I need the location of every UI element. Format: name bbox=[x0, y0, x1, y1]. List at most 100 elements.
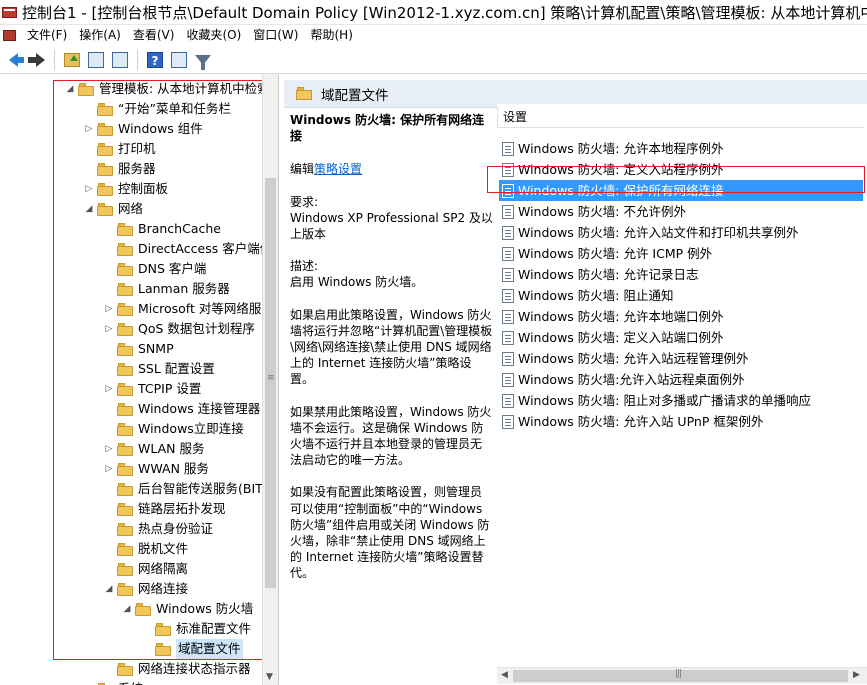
tree-item[interactable]: 后台智能传送服务(BITS bbox=[103, 479, 271, 499]
policy-setting-row[interactable]: Windows 防火墙: 保护所有网络连接 bbox=[499, 180, 863, 201]
scroll-left-arrow-icon[interactable]: ◀ bbox=[501, 670, 508, 680]
policy-setting-icon bbox=[502, 162, 514, 177]
collapse-arrow-icon[interactable]: ◢ bbox=[121, 599, 133, 619]
expand-arrow-icon[interactable]: ▷ bbox=[103, 439, 115, 459]
tree-item[interactable]: 脱机文件 bbox=[103, 539, 188, 559]
collapse-arrow-icon[interactable]: ◢ bbox=[83, 199, 95, 219]
tree-item[interactable]: ▷ 系统 bbox=[83, 679, 143, 685]
menu-action[interactable]: 操作(A) bbox=[74, 25, 128, 46]
policy-setting-row[interactable]: Windows 防火墙: 定义入站端口例外 bbox=[499, 327, 863, 348]
policy-setting-row[interactable]: Windows 防火墙: 阻止对多播或广播请求的单播响应 bbox=[499, 390, 863, 411]
menu-favorites[interactable]: 收藏夹(O) bbox=[181, 25, 248, 46]
enable-paragraph: 如果启用此策略设置，Windows 防火墙将运行并忽略“计算机配置\管理模板\网… bbox=[290, 307, 493, 387]
tree-item[interactable]: 打印机 bbox=[83, 139, 156, 159]
tree-item[interactable]: ▷ 控制面板 bbox=[83, 179, 168, 199]
tree-item[interactable]: 服务器 bbox=[83, 159, 156, 179]
tree-item[interactable]: BranchCache bbox=[103, 219, 221, 239]
tree-item[interactable]: 链路层拓扑发现 bbox=[103, 499, 226, 519]
tree-item[interactable]: 热点身份验证 bbox=[103, 519, 213, 539]
expand-arrow-icon[interactable]: ▷ bbox=[103, 299, 115, 319]
policy-setting-row[interactable]: Windows 防火墙: 定义入站程序例外 bbox=[499, 159, 863, 180]
tree-item[interactable]: DNS 客户端 bbox=[103, 259, 206, 279]
properties-button[interactable] bbox=[168, 49, 190, 71]
tree-item[interactable]: 标准配置文件 bbox=[141, 619, 251, 639]
tree-scroll-thumb[interactable] bbox=[265, 178, 276, 588]
menu-window[interactable]: 窗口(W) bbox=[248, 25, 305, 46]
expand-arrow-icon[interactable]: ▷ bbox=[83, 119, 95, 139]
tree-item[interactable]: ◢ 网络 bbox=[83, 199, 143, 219]
column-header-setting[interactable]: 设置 bbox=[497, 106, 864, 128]
tree-item-label: Windows立即连接 bbox=[138, 421, 244, 436]
tree-item[interactable]: Lanman 服务器 bbox=[103, 279, 230, 299]
tree-item-label: 网络连接 bbox=[138, 581, 189, 596]
tree-item[interactable]: ◢ 网络连接 bbox=[103, 579, 188, 599]
tree-item[interactable]: “开始”菜单和任务栏 bbox=[83, 99, 231, 119]
scroll-down-arrow-icon[interactable]: ▼ bbox=[266, 672, 273, 682]
tree-item[interactable]: 域配置文件 bbox=[141, 639, 243, 659]
tree-item[interactable]: ◢ Windows 防火墙 bbox=[121, 599, 254, 619]
policy-setting-row[interactable]: Windows 防火墙: 允许本地程序例外 bbox=[499, 138, 863, 159]
expand-arrow-icon[interactable]: ▷ bbox=[103, 379, 115, 399]
tree-item[interactable]: 网络连接状态指示器 bbox=[103, 659, 251, 679]
menu-help[interactable]: 帮助(H) bbox=[305, 25, 359, 46]
tree-item[interactable]: ▷ WWAN 服务 bbox=[103, 459, 209, 479]
tree-item[interactable]: ▷ QoS 数据包计划程序 bbox=[103, 319, 255, 339]
edit-policy-link[interactable]: 策略设置 bbox=[314, 162, 362, 176]
tree-item[interactable]: 网络隔离 bbox=[103, 559, 188, 579]
tree-item[interactable]: DirectAccess 客户端体 bbox=[103, 239, 272, 259]
scroll-right-arrow-icon[interactable]: ▶ bbox=[853, 670, 860, 680]
tree-vertical-scrollbar[interactable]: ≡ ▼ bbox=[262, 74, 278, 685]
policy-setting-row[interactable]: Windows 防火墙: 允许入站文件和打印机共享例外 bbox=[499, 222, 863, 243]
tree-item-label: 网络 bbox=[118, 201, 144, 216]
tree-item[interactable]: SNMP bbox=[103, 339, 174, 359]
edit-policy-line: 编辑策略设置 bbox=[290, 161, 493, 177]
forward-button[interactable] bbox=[26, 49, 48, 71]
tree-item[interactable]: Windows立即连接 bbox=[103, 419, 244, 439]
toolbar-separator bbox=[54, 49, 55, 70]
title-bar: 控制台1 - [控制台根节点\Default Domain Policy [Wi… bbox=[0, 0, 867, 25]
back-button[interactable] bbox=[2, 49, 24, 71]
export-list-button[interactable] bbox=[109, 49, 131, 71]
up-folder-icon bbox=[64, 52, 80, 67]
help-button[interactable]: ? bbox=[144, 49, 166, 71]
expand-arrow-icon[interactable]: ▷ bbox=[83, 679, 95, 685]
policy-setting-row[interactable]: Windows 防火墙: 允许 ICMP 例外 bbox=[499, 243, 863, 264]
filter-button[interactable] bbox=[192, 49, 214, 71]
expand-arrow-icon[interactable]: ▷ bbox=[103, 459, 115, 479]
collapse-arrow-icon[interactable]: ◢ bbox=[64, 79, 76, 99]
tree-item[interactable]: ◢ 管理模板: 从本地计算机中检索 bbox=[64, 79, 270, 99]
tree-item[interactable]: ▷ TCPIP 设置 bbox=[103, 379, 202, 399]
policy-setting-icon bbox=[502, 204, 514, 219]
tree-item[interactable]: SSL 配置设置 bbox=[103, 359, 215, 379]
policy-setting-row[interactable]: Windows 防火墙: 允许入站远程管理例外 bbox=[499, 348, 863, 369]
show-hide-tree-button[interactable] bbox=[85, 49, 107, 71]
policy-setting-row[interactable]: Windows 防火墙:允许入站远程桌面例外 bbox=[499, 369, 863, 390]
menu-view[interactable]: 查看(V) bbox=[128, 25, 182, 46]
policy-setting-icon bbox=[502, 141, 514, 156]
policy-setting-row[interactable]: Windows 防火墙: 阻止通知 bbox=[499, 285, 863, 306]
policy-setting-row[interactable]: Windows 防火墙: 允许入站 UPnP 框架例外 bbox=[499, 411, 863, 432]
console-tree-pane: ◢ 管理模板: 从本地计算机中检索 “开始”菜单和任务栏 ▷ Windows 组件 打印机… bbox=[0, 74, 279, 685]
tree-item-label: SNMP bbox=[138, 341, 174, 356]
tree-item[interactable]: ▷ Windows 组件 bbox=[83, 119, 203, 139]
policy-setting-row[interactable]: Windows 防火墙: 允许记录日志 bbox=[499, 264, 863, 285]
collapse-arrow-icon[interactable]: ◢ bbox=[103, 579, 115, 599]
policy-setting-row[interactable]: Windows 防火墙: 不允许例外 bbox=[499, 201, 863, 222]
expand-arrow-icon[interactable]: ▷ bbox=[103, 319, 115, 339]
expand-arrow-icon[interactable]: ▷ bbox=[83, 179, 95, 199]
tree-item[interactable]: ▷ Microsoft 对等网络服务 bbox=[103, 299, 274, 319]
console-menu-icon[interactable] bbox=[2, 28, 18, 44]
policy-setting-row[interactable]: Windows 防火墙: 允许本地端口例外 bbox=[499, 306, 863, 327]
menu-file[interactable]: 文件(F) bbox=[22, 25, 74, 46]
tree-item-label: Microsoft 对等网络服务 bbox=[138, 301, 274, 316]
up-one-level-button[interactable] bbox=[61, 49, 83, 71]
list-horizontal-scrollbar[interactable]: ◀ ||| ▶ bbox=[497, 667, 867, 684]
tree-item-label: “开始”菜单和任务栏 bbox=[118, 101, 231, 116]
policy-setting-label: Windows 防火墙: 允许 ICMP 例外 bbox=[518, 246, 713, 261]
policy-title: Windows 防火墙: 保护所有网络连接 bbox=[290, 113, 485, 144]
tree-item[interactable]: Windows 连接管理器 bbox=[103, 399, 260, 419]
tree-item[interactable]: ▷ WLAN 服务 bbox=[103, 439, 205, 459]
